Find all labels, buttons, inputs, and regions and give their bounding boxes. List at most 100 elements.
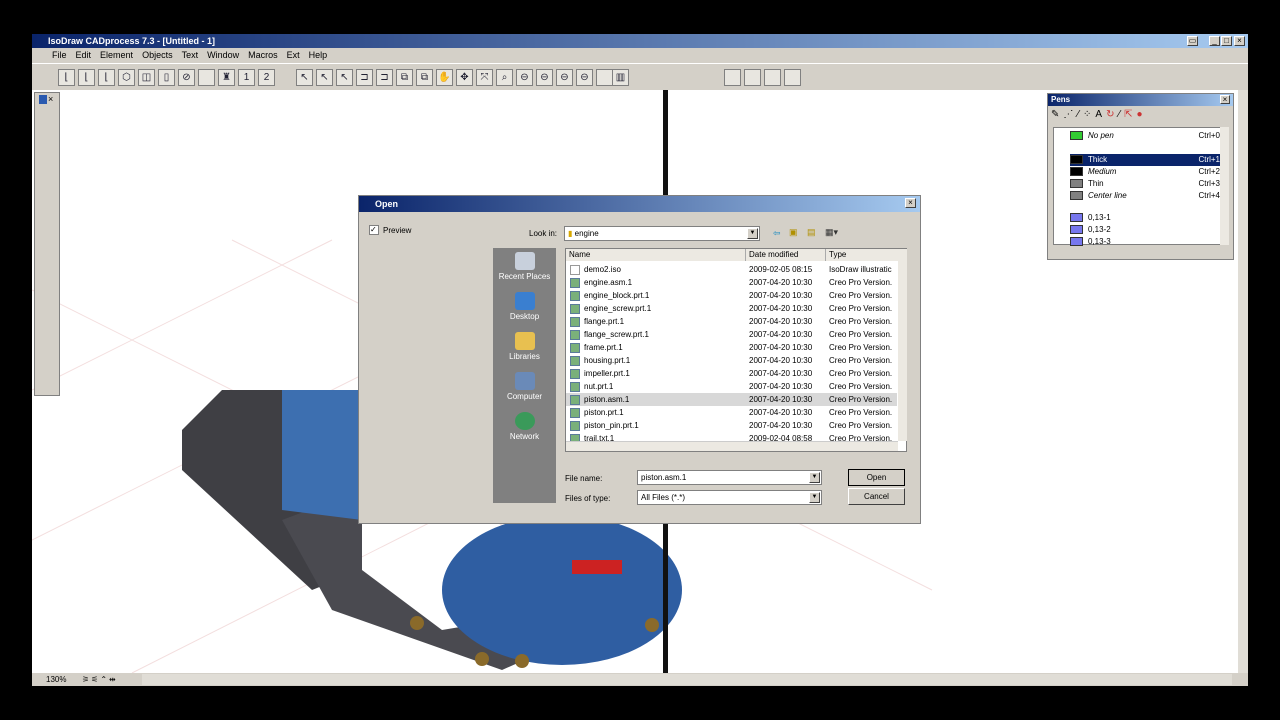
column-date[interactable]: Date modified (746, 249, 826, 261)
pen-item[interactable]: No pen Ctrl+0 (1070, 130, 1220, 142)
view-x-icon[interactable]: ⌊ (58, 69, 75, 86)
view-2-button[interactable]: 2 (258, 69, 275, 86)
menu-element[interactable]: Element (100, 48, 133, 63)
menu-help[interactable]: Help (309, 48, 328, 63)
toolbar: ⌊ ⌊ ⌊ ⬡ ◫ ▯ ⊘ ♜ 1 2 ↖ ↖ ↖ ⊐ ⊐ ⧉ ⧉ ✋ ✥ ⤧ … (32, 63, 1248, 90)
file-row[interactable]: engine.asm.1 2007-04-20 10:30 Creo Pro V… (566, 276, 897, 289)
pan-icon[interactable]: ✥ (456, 69, 473, 86)
place-libraries[interactable]: Libraries (493, 328, 556, 368)
cancel-button[interactable]: Cancel (848, 488, 905, 505)
tool-c-icon[interactable] (764, 69, 781, 86)
menu-macros[interactable]: Macros (248, 48, 278, 63)
close-button[interactable]: × (1234, 36, 1245, 46)
up-folder-icon[interactable]: ▣ (789, 227, 798, 238)
place-recent[interactable]: Recent Places (493, 248, 556, 288)
hand-icon[interactable]: ✋ (436, 69, 453, 86)
menu-file[interactable]: File (52, 48, 67, 63)
file-row[interactable]: demo2.iso 2009-02-05 08:15 IsoDraw illus… (566, 263, 897, 276)
file-row[interactable]: engine_screw.prt.1 2007-04-20 10:30 Creo… (566, 302, 897, 315)
disabled-tool-icon[interactable] (596, 69, 613, 86)
status-tools-icon[interactable]: ⚞⚟⌃⇹ (82, 673, 118, 686)
maximize-button[interactable]: □ (1221, 36, 1232, 46)
side-panel-close-icon[interactable]: × (48, 94, 53, 104)
box-view-icon[interactable]: ▯ (158, 69, 175, 86)
menu-edit[interactable]: Edit (76, 48, 92, 63)
menu-objects[interactable]: Objects (142, 48, 173, 63)
pen-item[interactable]: 0,13-2 (1070, 224, 1220, 236)
file-row[interactable]: housing.prt.1 2007-04-20 10:30 Creo Pro … (566, 354, 897, 367)
restore-button[interactable]: ▭ (1187, 36, 1198, 46)
tool-b-icon[interactable] (744, 69, 761, 86)
pen-list-scrollbar[interactable] (1220, 127, 1229, 245)
file-row[interactable]: impeller.prt.1 2007-04-20 10:30 Creo Pro… (566, 367, 897, 380)
file-row[interactable]: engine_block.prt.1 2007-04-20 10:30 Creo… (566, 289, 897, 302)
file-row[interactable]: frame.prt.1 2007-04-20 10:30 Creo Pro Ve… (566, 341, 897, 354)
move-element-icon[interactable]: ⊐ (356, 69, 373, 86)
pen-item[interactable]: 0,13-1 (1070, 212, 1220, 224)
fit-icon[interactable]: ⤧ (476, 69, 493, 86)
menu-window[interactable]: Window (207, 48, 239, 63)
place-computer[interactable]: Computer (493, 368, 556, 408)
blank-tool-icon[interactable] (198, 69, 215, 86)
pen-tools-icon[interactable]: ✎⋰⁄⁘A↻⁄⇱● (1051, 109, 1147, 120)
pens-close-button[interactable]: × (1220, 95, 1230, 104)
look-in-select[interactable]: ▮ engine ▼ (564, 226, 760, 241)
move-element-2-icon[interactable]: ⊐ (376, 69, 393, 86)
file-type-select[interactable]: All Files (*.*) ▼ (637, 490, 822, 505)
column-type[interactable]: Type (826, 249, 899, 261)
file-row[interactable]: flange_screw.prt.1 2007-04-20 10:30 Creo… (566, 328, 897, 341)
file-icon (570, 408, 580, 418)
rotate-view-icon[interactable]: ⊘ (178, 69, 195, 86)
column-name[interactable]: Name (566, 249, 746, 261)
select-arrow-3-icon[interactable]: ↖ (336, 69, 353, 86)
cylinder-2-icon[interactable]: ⊖ (536, 69, 553, 86)
file-name-input[interactable]: piston.asm.1 ▼ (637, 470, 822, 485)
trash-icon[interactable]: ▥ (612, 69, 629, 86)
tool-a-icon[interactable] (724, 69, 741, 86)
horizontal-scrollbar[interactable] (142, 674, 1232, 685)
dialog-close-button[interactable]: × (905, 198, 916, 208)
view-menu-icon[interactable]: ▦▾ (825, 227, 838, 238)
file-list-vscroll[interactable] (898, 249, 907, 441)
file-row[interactable]: nut.prt.1 2007-04-20 10:30 Creo Pro Vers… (566, 380, 897, 393)
back-icon[interactable]: ⇦ (773, 228, 781, 239)
cylinder-1-icon[interactable]: ⊖ (516, 69, 533, 86)
resize-icon[interactable]: ⧉ (396, 69, 413, 86)
zoom-icon[interactable]: ⌕ (496, 69, 513, 86)
select-arrow-icon[interactable]: ↖ (296, 69, 313, 86)
preview-checkbox[interactable]: ✓ (369, 225, 379, 235)
cylinder-3-icon[interactable]: ⊖ (556, 69, 573, 86)
view-y-icon[interactable]: ⌊ (78, 69, 95, 86)
pen-item[interactable]: 0,13-3 (1070, 236, 1220, 248)
resize-2-icon[interactable]: ⧉ (416, 69, 433, 86)
minimize-button[interactable]: _ (1209, 36, 1220, 46)
select-arrow-2-icon[interactable]: ↖ (316, 69, 333, 86)
pen-list[interactable]: No pen Ctrl+0 Thick Ctrl+1 Medium Ctrl+2… (1053, 127, 1221, 248)
pen-item[interactable]: Thick Ctrl+1 (1070, 154, 1220, 166)
menu-ext[interactable]: Ext (287, 48, 300, 63)
new-folder-icon[interactable]: ▤ (807, 227, 816, 238)
menu-bar: File Edit Element Objects Text Window Ma… (32, 48, 1248, 63)
place-desktop[interactable]: Desktop (493, 288, 556, 328)
file-type-label: Files of type: (565, 494, 611, 503)
cylinder-4-icon[interactable]: ⊖ (576, 69, 593, 86)
open-button[interactable]: Open (848, 469, 905, 486)
binoculars-icon[interactable]: ♜ (218, 69, 235, 86)
place-network[interactable]: Network (493, 408, 556, 448)
iso-view-icon[interactable]: ⬡ (118, 69, 135, 86)
tool-d-icon[interactable] (784, 69, 801, 86)
file-list-hscroll[interactable] (566, 441, 898, 451)
file-list[interactable]: Name Date modified Type demo2.iso 2009-0… (565, 248, 907, 452)
pen-item[interactable]: Medium Ctrl+2 (1070, 166, 1220, 178)
menu-text[interactable]: Text (182, 48, 199, 63)
cube-view-icon[interactable]: ◫ (138, 69, 155, 86)
file-row[interactable]: piston.asm.1 2007-04-20 10:30 Creo Pro V… (566, 393, 897, 406)
file-row[interactable]: flange.prt.1 2007-04-20 10:30 Creo Pro V… (566, 315, 897, 328)
file-row[interactable]: piston.prt.1 2007-04-20 10:30 Creo Pro V… (566, 406, 897, 419)
file-row[interactable]: piston_pin.prt.1 2007-04-20 10:30 Creo P… (566, 419, 897, 432)
view-1-button[interactable]: 1 (238, 69, 255, 86)
view-z-icon[interactable]: ⌊ (98, 69, 115, 86)
vertical-scrollbar[interactable] (1238, 90, 1248, 673)
pen-item[interactable]: Thin Ctrl+3 (1070, 178, 1220, 190)
pen-item[interactable]: Center line Ctrl+4 (1070, 190, 1220, 202)
